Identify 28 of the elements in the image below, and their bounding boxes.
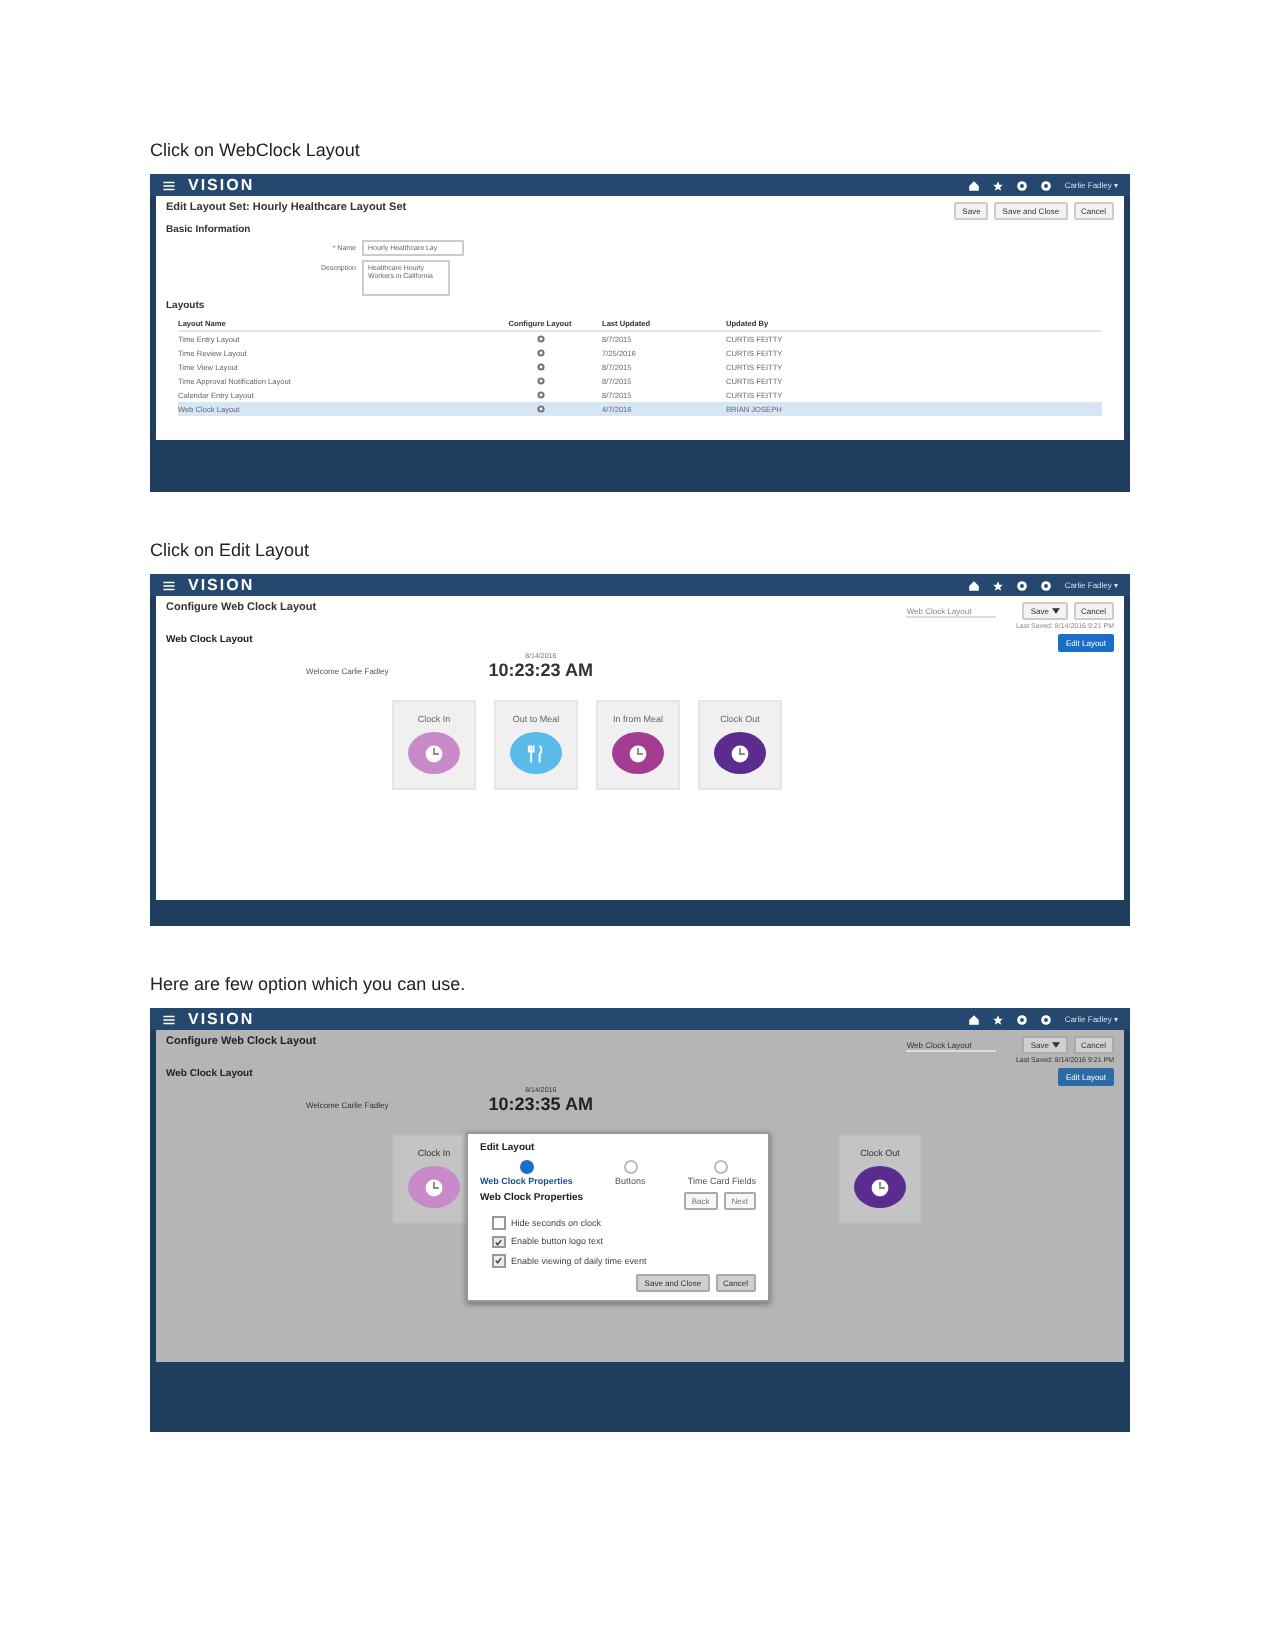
menu-icon[interactable] <box>162 179 176 191</box>
checkbox[interactable] <box>492 1254 505 1267</box>
star-icon[interactable] <box>992 1013 1005 1025</box>
checkbox[interactable] <box>492 1216 505 1229</box>
brand-logo: VISION <box>188 1010 255 1028</box>
clock-icon <box>422 1175 446 1199</box>
clock-icon <box>728 741 752 765</box>
caret-icon <box>1051 608 1060 615</box>
checkbox[interactable] <box>492 1235 505 1248</box>
fork-knife-icon <box>524 741 548 765</box>
caption-text: Click on WebClock Layout <box>150 140 362 160</box>
home-icon[interactable] <box>968 1013 981 1025</box>
menu-icon[interactable] <box>162 1013 176 1025</box>
time-text: 10:23:35 AM <box>488 1094 593 1114</box>
clock-icon <box>868 1175 892 1199</box>
clock-icon <box>422 741 446 765</box>
home-icon[interactable] <box>968 579 981 591</box>
caption-text: Click on Edit Layout <box>150 540 312 560</box>
star-icon[interactable] <box>992 179 1005 191</box>
clock-icon <box>626 741 650 765</box>
brand-logo: VISION <box>188 176 255 194</box>
caption-text: Here are few option which you can use. <box>150 974 468 994</box>
star-icon[interactable] <box>992 579 1005 591</box>
caret-icon <box>1051 1042 1060 1049</box>
brand-logo: VISION <box>188 576 255 594</box>
menu-icon[interactable] <box>162 579 176 591</box>
home-icon[interactable] <box>968 179 981 191</box>
time-text: 10:23:23 AM <box>488 660 593 680</box>
